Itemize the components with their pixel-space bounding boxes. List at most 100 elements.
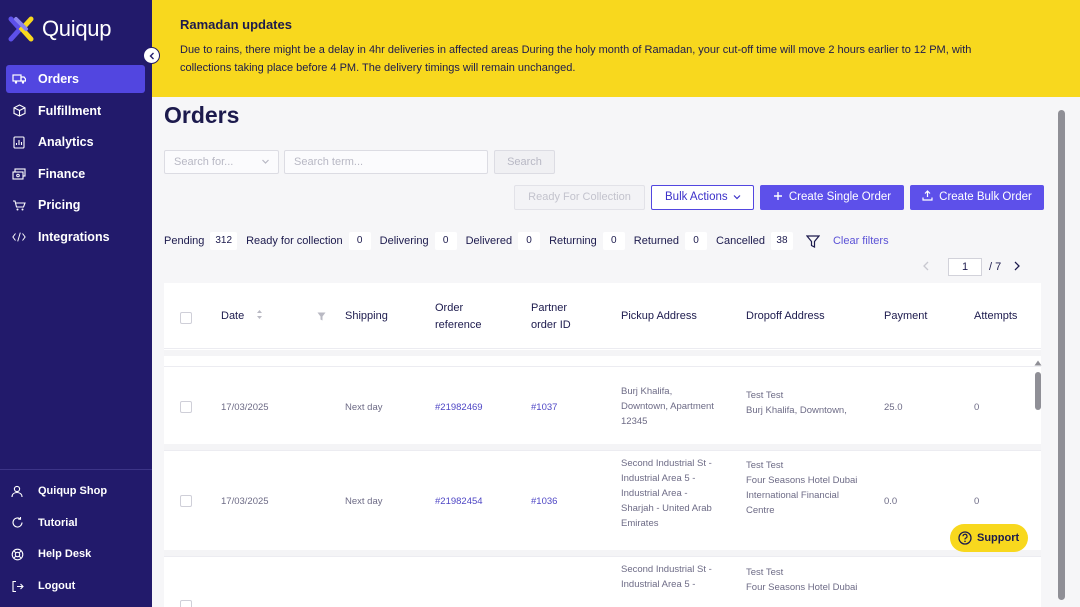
filter-ready-for-collection[interactable]: Ready for collection 0 [246,232,371,250]
row-checkbox[interactable] [180,495,192,507]
truck-icon [12,72,26,86]
clear-filters-link[interactable]: Clear filters [833,235,889,247]
sidebar-item-pricing[interactable]: Pricing [6,191,145,219]
sidebar-item-label: Logout [38,580,76,593]
sidebar-item-help-desk[interactable]: Help Desk [10,543,149,565]
cell-partner-order-id[interactable]: #1036 [531,494,557,509]
sidebar-item-label: Help Desk [38,548,92,561]
filter-label: Returning [549,235,597,247]
search-select-placeholder: Search for... [174,156,234,168]
sidebar-item-finance[interactable]: Finance [6,160,145,188]
money-icon [12,167,26,181]
main-content: Orders Search for... Search term... Sear… [152,97,1080,607]
dropoff-name: Test Test [746,390,784,401]
box-icon [12,104,26,118]
sidebar-collapse-button[interactable] [143,47,160,64]
create-bulk-order-button[interactable]: Create Bulk Order [910,185,1044,210]
sidebar-item-label: Quiqup Shop [38,485,108,497]
filter-count: 0 [434,232,457,250]
cell-date: 17/03/2025 [221,402,269,413]
refresh-icon [10,516,24,530]
search-field-select[interactable]: Search for... [164,150,279,174]
cell-dropoff-address: Test Test Burj Khalifa, Downtown, [746,388,847,418]
cell-order-reference[interactable]: #21982469 [435,400,483,415]
cart-icon [12,198,26,212]
ready-for-collection-button[interactable]: Ready For Collection [514,185,645,210]
search-button[interactable]: Search [494,150,555,174]
row-checkbox[interactable] [180,600,192,607]
sidebar-item-label: Orders [38,72,79,86]
sidebar-item-label: Pricing [38,198,81,213]
address-line: Downtown, Apartment [621,401,714,412]
plus-icon [773,192,782,200]
sidebar-item-quiqup-shop[interactable]: Quiqup Shop [10,480,149,502]
select-all-checkbox[interactable] [180,312,192,324]
sidebar-item-fulfillment[interactable]: Fulfillment [6,97,145,125]
main-nav: Orders Fulfillment Analytics Finance Pri… [6,65,145,255]
header-line: Partner [531,302,568,314]
filter-delivered[interactable]: Delivered 0 [466,232,541,250]
lifebuoy-icon [10,547,24,561]
row-spacer [164,350,1041,356]
address-line: Emirates [621,518,659,529]
cell-shipping: Next day [345,496,383,507]
help-circle-icon [958,531,972,545]
filter-count: 38 [770,232,793,250]
address-line: Second Industrial St - [621,458,712,469]
cell-order-reference[interactable]: #21982454 [435,494,483,509]
table-row[interactable]: 17/03/2025 Next day #21982454 #1036 Seco… [164,450,1041,550]
filter-pending[interactable]: Pending 312 [164,232,238,250]
cell-date: 17/03/2025 [221,496,269,507]
address-line: 12345 [621,416,648,427]
row-checkbox[interactable] [180,401,192,413]
sidebar-item-analytics[interactable]: Analytics [6,128,145,156]
table-scrollbar-thumb[interactable] [1035,372,1041,410]
filter-returning[interactable]: Returning 0 [549,232,625,250]
create-single-label: Create Single Order [788,191,892,203]
filter-delivering[interactable]: Delivering 0 [380,232,457,250]
sidebar-item-tutorial[interactable]: Tutorial [10,512,149,534]
address-line: Sharjah - United Arab [621,503,712,514]
header-date[interactable]: Date [221,308,263,325]
filter-count: 0 [518,232,541,250]
table-header: Date Shipping Order reference Partner orde… [164,283,1041,349]
filter-label: Pending [164,235,205,247]
filter-cancelled[interactable]: Cancelled 38 [716,232,793,250]
address-line: Burj Khalifa, [621,386,673,397]
table-row[interactable]: Second Industrial St - Industrial Area 5… [164,556,1041,607]
sidebar-item-orders[interactable]: Orders [6,65,145,93]
cell-attempts: 0 [974,496,980,507]
table-row[interactable]: 17/03/2025 Next day #21982469 #1037 Burj… [164,366,1041,444]
banner-title: Ramadan updates [180,17,292,32]
banner-text: Due to rains, there might be a delay in … [180,44,972,74]
filter-label: Returned [633,235,680,247]
filter-count: 312 [210,232,238,250]
status-filters: Pending 312 Ready for collection 0 Deliver… [164,231,889,251]
address-line: Four Seasons Hotel Dubai [746,475,858,486]
announcement-banner: Ramadan updates Due to rains, there migh… [152,0,1080,97]
page-scrollbar-thumb[interactable] [1058,110,1065,600]
sidebar-item-logout[interactable]: Logout [10,575,149,597]
bulk-actions-dropdown[interactable]: Bulk Actions [651,185,754,210]
chevron-down-icon [262,159,269,164]
chevron-right-icon[interactable] [1013,261,1021,274]
header-line: reference [435,319,482,331]
search-input[interactable]: Search term... [284,150,488,174]
support-button[interactable]: Support [950,524,1028,552]
column-filter-icon[interactable] [317,312,326,321]
filter-returned[interactable]: Returned 0 [633,232,708,250]
support-label: Support [977,532,1020,544]
header-shipping: Shipping [345,310,388,322]
chevron-down-icon [733,195,741,200]
sidebar-item-integrations[interactable]: Integrations [6,223,145,251]
header-payment: Payment [884,310,928,322]
filter-funnel-icon[interactable] [805,234,820,248]
scroll-up-icon[interactable] [1034,360,1042,366]
create-single-order-button[interactable]: Create Single Order [760,185,904,210]
address-line: Industrial Area 5 - [621,579,696,590]
page-number-input[interactable]: 1 [948,258,982,276]
cell-partner-order-id[interactable]: #1037 [531,400,557,415]
chevron-left-icon[interactable] [922,261,930,274]
logo[interactable]: Quiqup [8,16,111,42]
cell-pickup-address: Second Industrial St - Industrial Area 5… [621,562,712,592]
